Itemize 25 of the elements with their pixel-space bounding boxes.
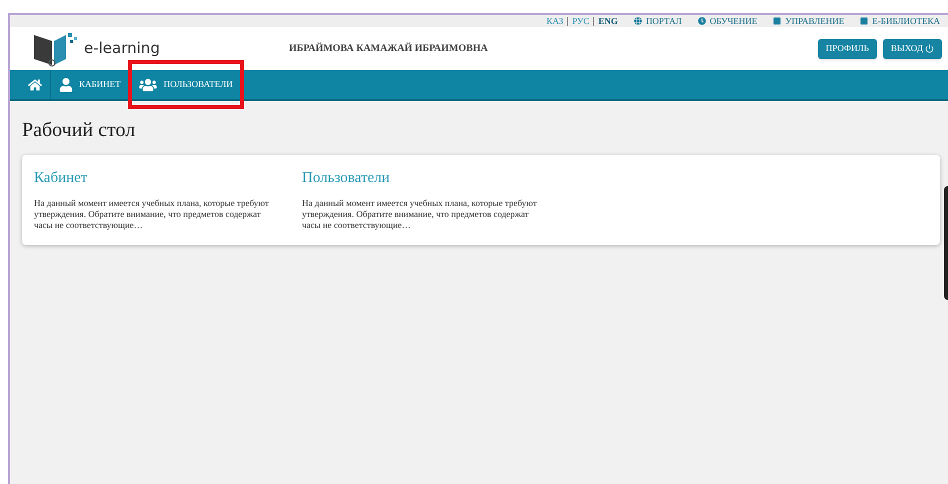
top-link[interactable]: ПОРТАЛ <box>646 16 682 26</box>
clock-icon <box>698 17 706 25</box>
logo-icon <box>32 30 80 66</box>
top-link[interactable]: ОБУЧЕНИЕ <box>710 16 758 26</box>
card-description: На данный момент имеется учебных плана, которые требуют утверждения. Обратите внимание, что предметов содержат часы не соответствующие… <box>34 198 270 230</box>
globe-icon <box>634 17 642 25</box>
page-title: Рабочий стол <box>22 118 136 143</box>
top-link[interactable]: УПРАВЛЕНИЕ <box>785 16 844 26</box>
top-link[interactable]: E-БИБЛИОТЕКА <box>872 16 940 26</box>
nav-item[interactable]: КАБИНЕТ <box>51 70 130 99</box>
profile-button[interactable]: ПРОФИЛЬ <box>818 38 877 58</box>
power-icon <box>925 44 934 53</box>
logo-text: e-learning <box>84 38 160 60</box>
card-title-link[interactable]: Кабинет <box>34 167 272 190</box>
language-link[interactable]: РУС <box>567 16 590 26</box>
card-description: На данный момент имеется учебных плана, которые требуют утверждения. Обратите внимание, что предметов содержат часы не соответствующие… <box>302 198 538 230</box>
nav-item[interactable]: ПОЛЬЗОВАТЕЛИ <box>130 62 242 107</box>
language-link[interactable]: КАЗ <box>546 16 564 26</box>
language-link[interactable]: ENG <box>593 16 618 26</box>
logout-button[interactable]: ВЫХОД <box>882 38 942 58</box>
person-icon <box>59 78 73 92</box>
people-icon <box>138 78 158 92</box>
card-title-link[interactable]: Пользователи <box>302 167 540 190</box>
user-name: ИБРАЙМОВА КАМАЖАЙ ИБРАИМОВНА <box>289 42 488 56</box>
home-icon <box>28 78 42 92</box>
